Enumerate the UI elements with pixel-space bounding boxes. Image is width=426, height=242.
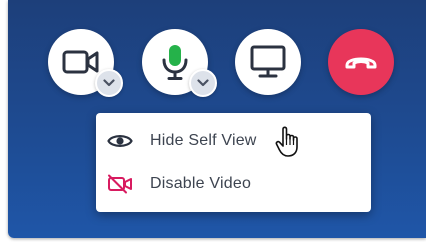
eye-icon bbox=[106, 129, 134, 153]
menu-item-disable-video[interactable]: Disable Video bbox=[96, 164, 371, 204]
menu-item-label: Disable Video bbox=[150, 175, 252, 192]
chevron-down-icon bbox=[103, 79, 115, 87]
video-off-icon bbox=[106, 172, 134, 196]
video-options-menu: Hide Self View Disable Video bbox=[96, 113, 371, 212]
microphone-options-caret[interactable] bbox=[189, 69, 217, 97]
microphone-icon bbox=[162, 45, 188, 80]
screen-share-icon bbox=[250, 45, 286, 78]
hand-cursor-icon bbox=[275, 126, 298, 157]
menu-item-hide-self-view[interactable]: Hide Self View bbox=[96, 121, 371, 161]
menu-item-label: Hide Self View bbox=[150, 132, 257, 149]
video-camera-icon bbox=[62, 50, 99, 74]
chevron-down-icon bbox=[197, 79, 209, 87]
screen-share-button[interactable] bbox=[235, 29, 301, 95]
end-call-icon bbox=[345, 57, 377, 69]
end-call-button[interactable] bbox=[328, 29, 394, 95]
camera-options-caret[interactable] bbox=[95, 69, 123, 97]
